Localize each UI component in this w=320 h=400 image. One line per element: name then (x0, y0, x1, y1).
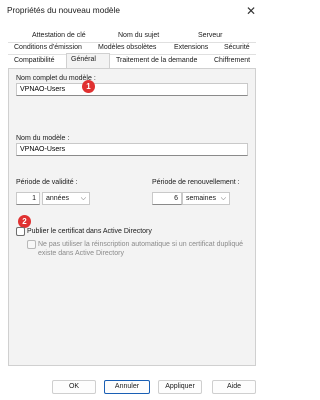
tab-nom-sujet[interactable]: Nom du sujet (116, 30, 171, 42)
no-reenroll-checkbox[interactable] (27, 240, 36, 249)
tab-general[interactable]: Général (66, 53, 110, 68)
renewal-period-label: Période de renouvellement : (152, 179, 240, 186)
publish-ad-checkbox[interactable] (16, 227, 25, 236)
chevron-down-icon: ⌵ (220, 195, 226, 202)
renewal-unit-value: semaines (186, 195, 216, 202)
tab-traitement-demande[interactable]: Traitement de la demande (114, 55, 200, 67)
validity-period-input[interactable]: 1 (16, 192, 40, 205)
window-title: Propriétés du nouveau modèle (7, 5, 121, 15)
apply-button[interactable]: Appliquer (158, 380, 202, 394)
no-reenroll-label-line1: Ne pas utiliser la réinscription automat… (38, 241, 244, 248)
validity-unit-value: années (46, 195, 69, 202)
chevron-down-icon: ⌵ (80, 195, 86, 202)
ok-button[interactable]: OK (52, 380, 96, 394)
tab-compatibilite[interactable]: Compatibilité (12, 55, 64, 67)
tab-serveur[interactable]: Serveur (196, 30, 236, 42)
template-name-label: Nom du modèle : (16, 135, 70, 142)
template-name-input[interactable]: VPNAO-Users (16, 143, 248, 156)
tab-securite[interactable]: Sécurité (222, 42, 256, 54)
close-icon[interactable]: ✕ (242, 2, 260, 20)
tab-chiffrement[interactable]: Chiffrement (212, 55, 258, 67)
general-panel (8, 68, 256, 366)
title-bar: Propriétés du nouveau modèle ✕ (0, 0, 264, 22)
no-reenroll-label-line2: existe dans Active Directory (38, 250, 124, 257)
validity-period-label: Période de validité : (16, 179, 78, 186)
tab-extensions[interactable]: Extensions (172, 42, 216, 54)
renewal-unit-select[interactable]: semaines ⌵ (182, 192, 230, 205)
publish-ad-label: Publier le certificat dans Active Direct… (27, 228, 152, 235)
cancel-button[interactable]: Annuler (104, 380, 150, 394)
full-name-input[interactable]: VPNAO-Users (16, 83, 248, 96)
tab-attestation-cle[interactable]: Attestation de clé (30, 30, 90, 42)
renewal-period-input[interactable]: 6 (152, 192, 182, 205)
validity-unit-select[interactable]: années ⌵ (42, 192, 90, 205)
annotation-badge-1: 1 (82, 80, 95, 93)
help-button[interactable]: Aide (212, 380, 256, 394)
